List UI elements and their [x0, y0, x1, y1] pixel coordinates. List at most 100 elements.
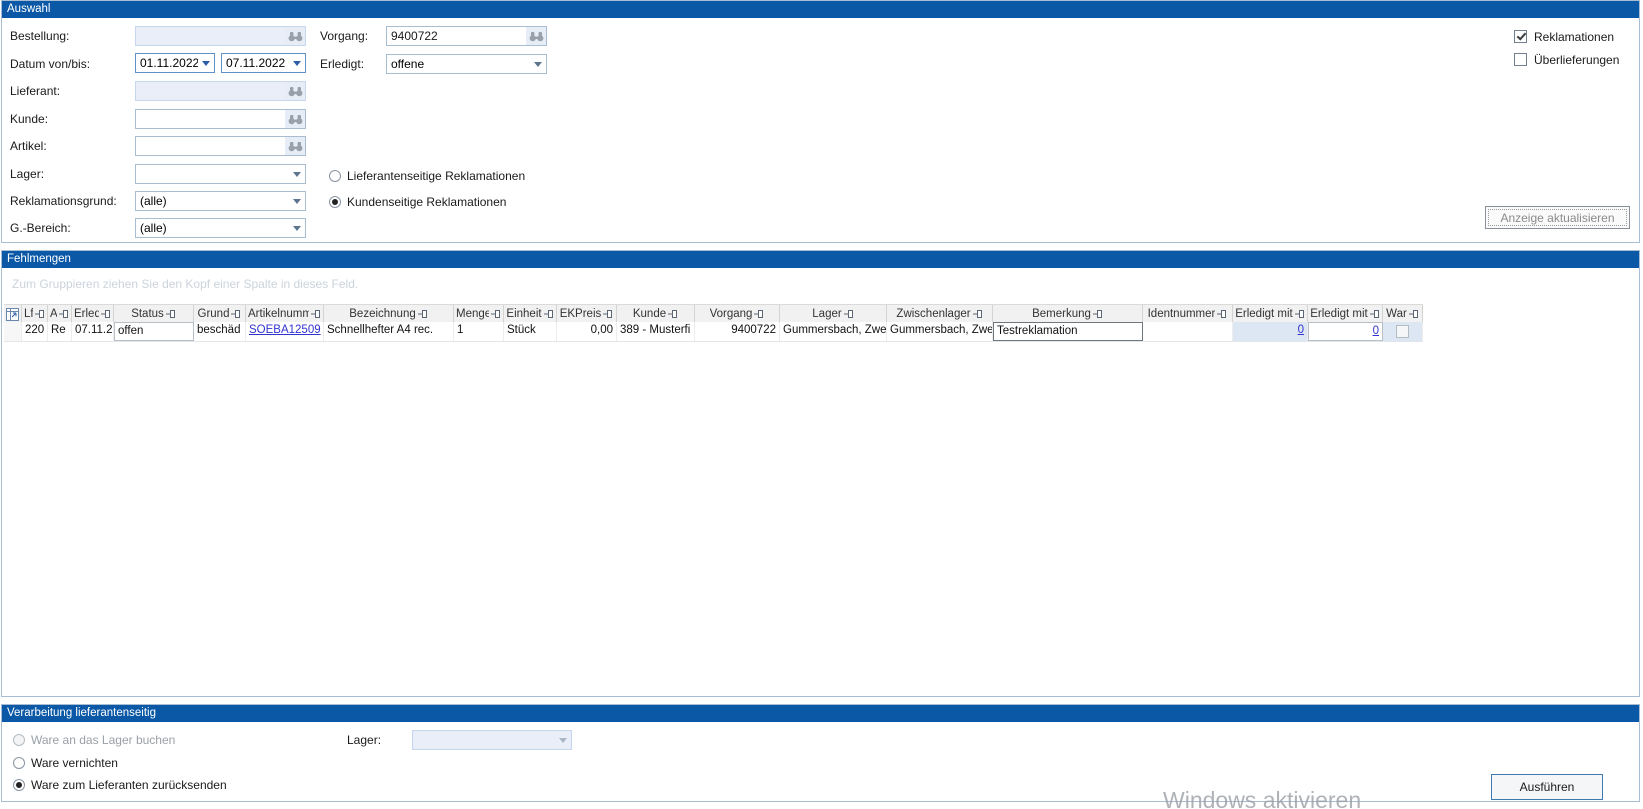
erledigt-select[interactable]: offene: [386, 54, 547, 74]
column-header[interactable]: Zwischenlager: [887, 305, 993, 323]
auswahl-panel-header: Auswahl: [2, 1, 1639, 18]
reklamationen-checkbox-label[interactable]: Reklamationen: [1534, 30, 1614, 44]
radio-ware-lager-buchen[interactable]: [13, 734, 25, 746]
bestellung-lookup-button[interactable]: [285, 27, 305, 45]
pin-icon[interactable]: [101, 309, 111, 319]
pin-icon[interactable]: [1370, 309, 1380, 319]
reklamationen-checkbox[interactable]: [1514, 30, 1527, 43]
column-header[interactable]: Bemerkung: [993, 305, 1143, 323]
cell-status[interactable]: offen: [114, 322, 194, 341]
reklamationsgrund-value: (alle): [136, 192, 289, 210]
datum-von-field[interactable]: 01.11.2022: [135, 53, 215, 73]
row-indicator-header[interactable]: [4, 305, 22, 323]
column-header[interactable]: Einheit: [504, 305, 557, 323]
radio-ware-lager-buchen-label[interactable]: Ware an das Lager buchen: [31, 733, 175, 747]
radio-ware-zuruecksenden-label[interactable]: Ware zum Lieferanten zurücksenden: [31, 778, 227, 792]
radio-kundenseitige-reklamationen[interactable]: [329, 196, 341, 208]
cell-kunde: 389 - Musterfi: [617, 322, 695, 341]
ausfuehren-button[interactable]: Ausführen: [1491, 774, 1603, 800]
artikel-lookup-button[interactable]: [285, 137, 305, 155]
pin-icon[interactable]: [1295, 309, 1305, 319]
gbereich-value: (alle): [136, 219, 289, 237]
artikelnummer-link[interactable]: SOEBA12509: [249, 324, 321, 336]
kunde-input[interactable]: [136, 110, 285, 128]
datum-bis-field[interactable]: 07.11.2022: [221, 53, 306, 73]
pin-icon[interactable]: [166, 309, 176, 319]
erledigt-value: offene: [387, 55, 530, 73]
chevron-down-icon: [559, 738, 567, 743]
pin-icon[interactable]: [754, 309, 764, 319]
column-header[interactable]: Lager: [780, 305, 887, 323]
vorgang-lookup-button[interactable]: [526, 27, 546, 45]
pin-icon[interactable]: [491, 309, 501, 319]
column-header[interactable]: Identnummer: [1143, 305, 1233, 323]
ueberlieferungen-checkbox-label[interactable]: Überlieferungen: [1534, 53, 1619, 67]
pin-icon[interactable]: [844, 309, 854, 319]
pin-icon[interactable]: [603, 309, 613, 319]
chevron-down-icon: [202, 61, 210, 66]
pin-icon[interactable]: [544, 309, 554, 319]
datum-bis-dropdown-button[interactable]: [289, 54, 305, 72]
reklamationsgrund-dropdown-button[interactable]: [289, 192, 305, 210]
radio-kundenseitige-label[interactable]: Kundenseitige Reklamationen: [347, 195, 506, 209]
radio-lieferantenseitige-reklamationen[interactable]: [329, 170, 341, 182]
cell-grund: beschäd: [194, 322, 246, 341]
datum-bis-value: 07.11.2022: [222, 54, 289, 72]
pin-icon[interactable]: [59, 309, 69, 319]
radio-ware-vernichten[interactable]: [13, 757, 25, 769]
erledigt-dropdown-button[interactable]: [530, 55, 546, 73]
table-row[interactable]: 220 Re 07.11.2 offen beschäd SOEBA12509 …: [4, 322, 1423, 342]
column-header[interactable]: Grund: [194, 305, 246, 323]
kunde-lookup-button[interactable]: [285, 110, 305, 128]
cell-artikelnummer: SOEBA12509: [246, 322, 324, 341]
datum-von-dropdown-button[interactable]: [198, 54, 214, 72]
pin-icon[interactable]: [418, 309, 428, 319]
column-header[interactable]: Erledigt mit: [1233, 305, 1308, 323]
ueberlieferungen-checkbox[interactable]: [1514, 53, 1527, 66]
gbereich-dropdown-button[interactable]: [289, 219, 305, 237]
pin-icon[interactable]: [668, 309, 678, 319]
radio-lieferantenseitige-label[interactable]: Lieferantenseitige Reklamationen: [347, 169, 525, 183]
pin-icon[interactable]: [973, 309, 983, 319]
column-header[interactable]: Status: [114, 305, 194, 323]
column-header[interactable]: Kunde: [617, 305, 695, 323]
cell-erledigt-datum: 07.11.2: [72, 322, 114, 341]
reklamationsgrund-select[interactable]: (alle): [135, 191, 306, 211]
erledigt-mit-link[interactable]: 0: [1298, 324, 1304, 336]
lager-select[interactable]: [135, 164, 306, 184]
pin-icon[interactable]: [35, 309, 45, 319]
column-header[interactable]: Menge: [454, 305, 504, 323]
column-header[interactable]: Bezeichnung: [324, 305, 454, 323]
row-indicator-icon: [6, 308, 19, 321]
cell-ekpreis: 0,00: [557, 322, 617, 341]
verarbeitung-lager-select: [412, 730, 572, 750]
chevron-down-icon: [534, 62, 542, 67]
column-header[interactable]: Vorgang: [695, 305, 780, 323]
column-header[interactable]: Erledi: [72, 305, 114, 323]
pin-icon[interactable]: [1217, 309, 1227, 319]
pin-icon[interactable]: [311, 309, 321, 319]
lieferant-lookup-button[interactable]: [285, 82, 305, 100]
column-header[interactable]: EKPreis: [557, 305, 617, 323]
artikel-input[interactable]: [136, 137, 285, 155]
war-checkbox[interactable]: [1396, 325, 1409, 338]
radio-ware-zuruecksenden[interactable]: [13, 779, 25, 791]
pin-icon[interactable]: [231, 309, 241, 319]
erledigt-mit-link[interactable]: 0: [1373, 325, 1379, 337]
pin-icon[interactable]: [1093, 309, 1103, 319]
table-header-row: Lf Ar Erledi Status Grund Artikelnumm Be…: [4, 304, 1423, 324]
column-header[interactable]: Ar: [48, 305, 72, 323]
column-header[interactable]: Artikelnumm: [246, 305, 324, 323]
column-header[interactable]: War: [1383, 305, 1423, 323]
vorgang-input[interactable]: [387, 27, 526, 45]
lager-dropdown-button[interactable]: [289, 165, 305, 183]
column-header[interactable]: Lf: [22, 305, 48, 323]
anzeige-aktualisieren-button[interactable]: Anzeige aktualisieren: [1485, 206, 1630, 229]
cell-bemerkung[interactable]: Testreklamation: [993, 322, 1143, 341]
pin-icon[interactable]: [1409, 309, 1419, 319]
radio-ware-vernichten-label[interactable]: Ware vernichten: [31, 756, 118, 770]
lager-value: [136, 165, 289, 183]
gbereich-select[interactable]: (alle): [135, 218, 306, 238]
cell-erledigt-mit-1: 0: [1233, 322, 1308, 341]
column-header[interactable]: Erledigt mit: [1308, 305, 1383, 323]
